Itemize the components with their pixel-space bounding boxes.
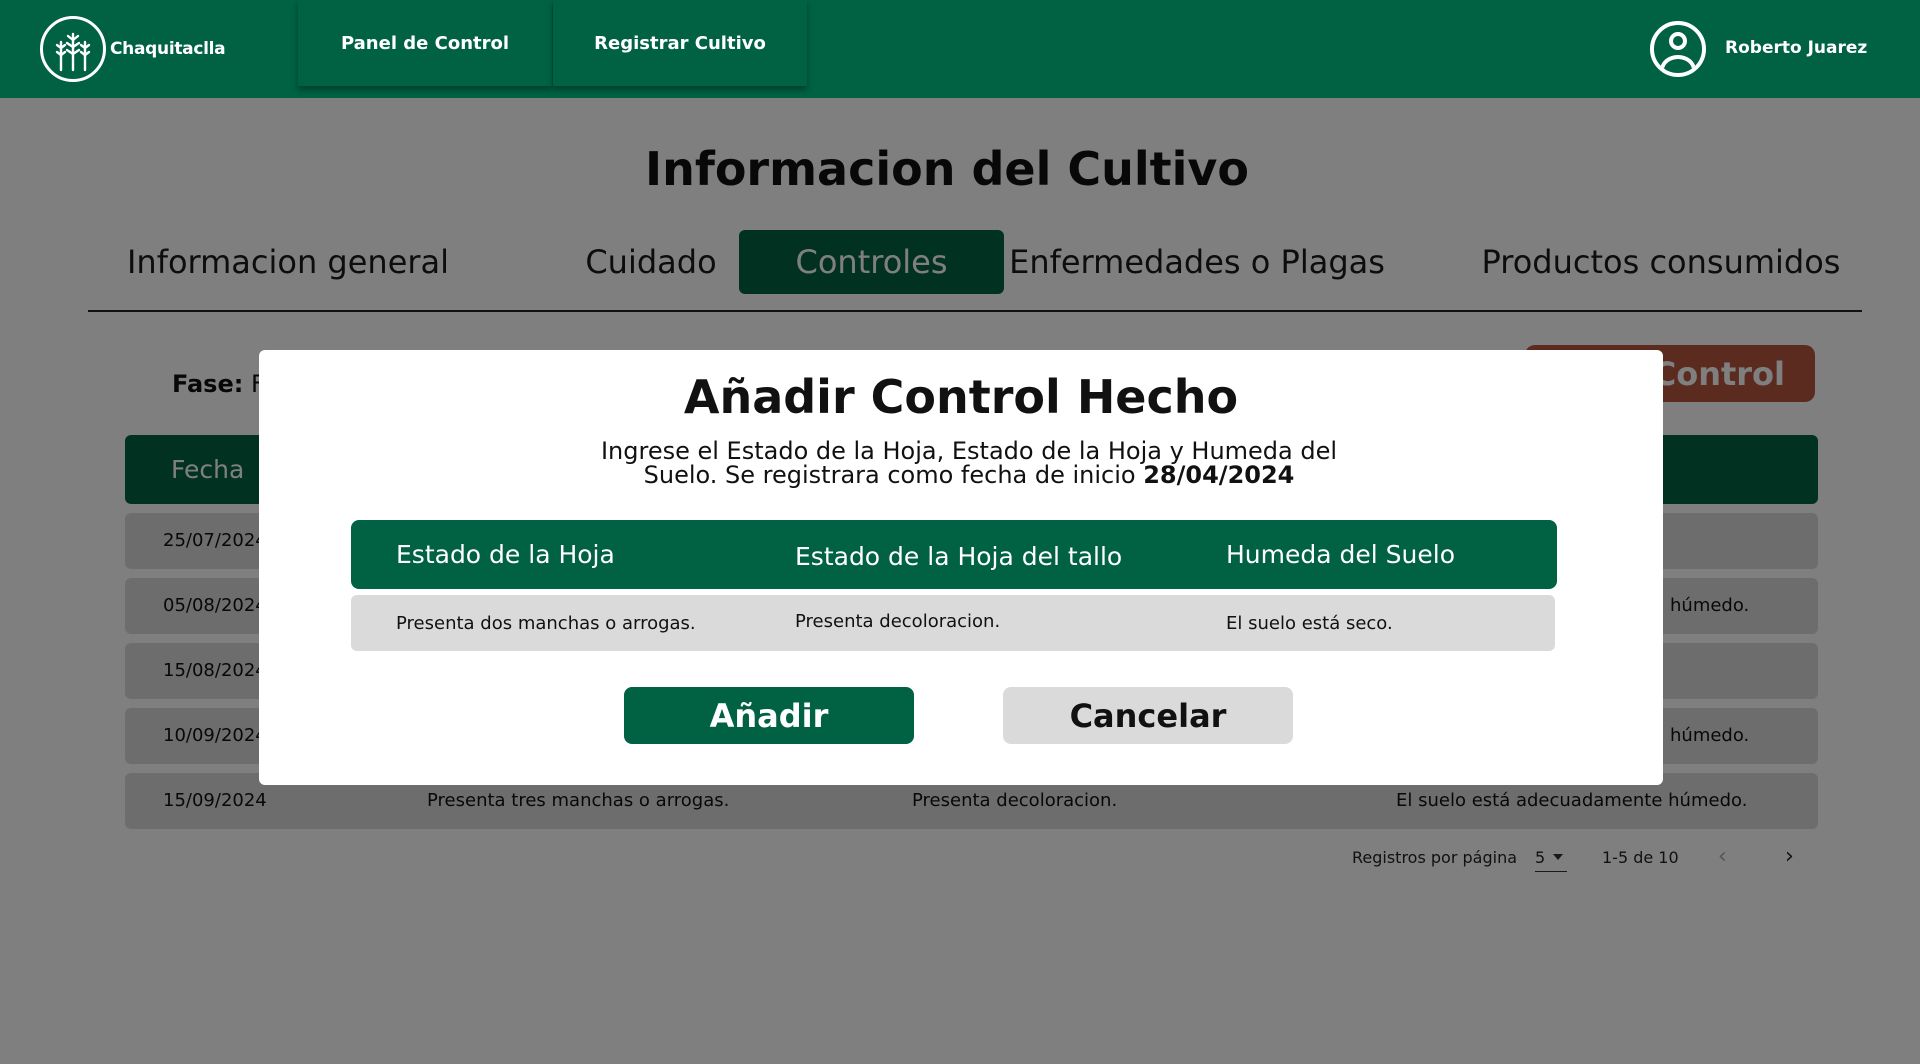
add-control-modal: Añadir Control Hecho Ingrese el Estado d… (259, 350, 1663, 785)
humeda-suelo-field[interactable]: El suelo está seco. (1226, 613, 1393, 634)
cancel-button[interactable]: Cancelar (1003, 687, 1293, 744)
user-avatar-icon[interactable] (1650, 21, 1706, 77)
nav-registrar-cultivo[interactable]: Registrar Cultivo (553, 0, 807, 86)
column-header-humeda-suelo: Humeda del Suelo (1226, 540, 1455, 569)
modal-input-row: Presenta dos manchas o arrogas. Presenta… (351, 595, 1555, 651)
nav-panel-de-control[interactable]: Panel de Control (298, 0, 552, 86)
brand-logo[interactable]: Chaquitaclla (40, 16, 226, 82)
modal-subtitle: Ingrese el Estado de la Hoja, Estado de … (599, 439, 1339, 487)
estado-hoja-field[interactable]: Presenta dos manchas o arrogas. (396, 613, 696, 634)
brand-name: Chaquitaclla (110, 39, 226, 59)
top-bar: Chaquitaclla Panel de Control Registrar … (0, 0, 1920, 98)
wheat-icon (40, 16, 106, 82)
user-name[interactable]: Roberto Juarez (1725, 38, 1867, 58)
column-header-estado-tallo: Estado de la Hoja del tallo (795, 542, 1123, 571)
modal-title: Añadir Control Hecho (683, 370, 1239, 424)
column-header-estado-hoja: Estado de la Hoja (396, 540, 615, 569)
estado-tallo-field[interactable]: Presenta decoloracion. (795, 611, 1000, 632)
modal-table-header: Estado de la Hoja Estado de la Hoja del … (351, 520, 1557, 589)
add-button[interactable]: Añadir (624, 687, 914, 744)
modal-date: 28/04/2024 (1143, 461, 1295, 489)
